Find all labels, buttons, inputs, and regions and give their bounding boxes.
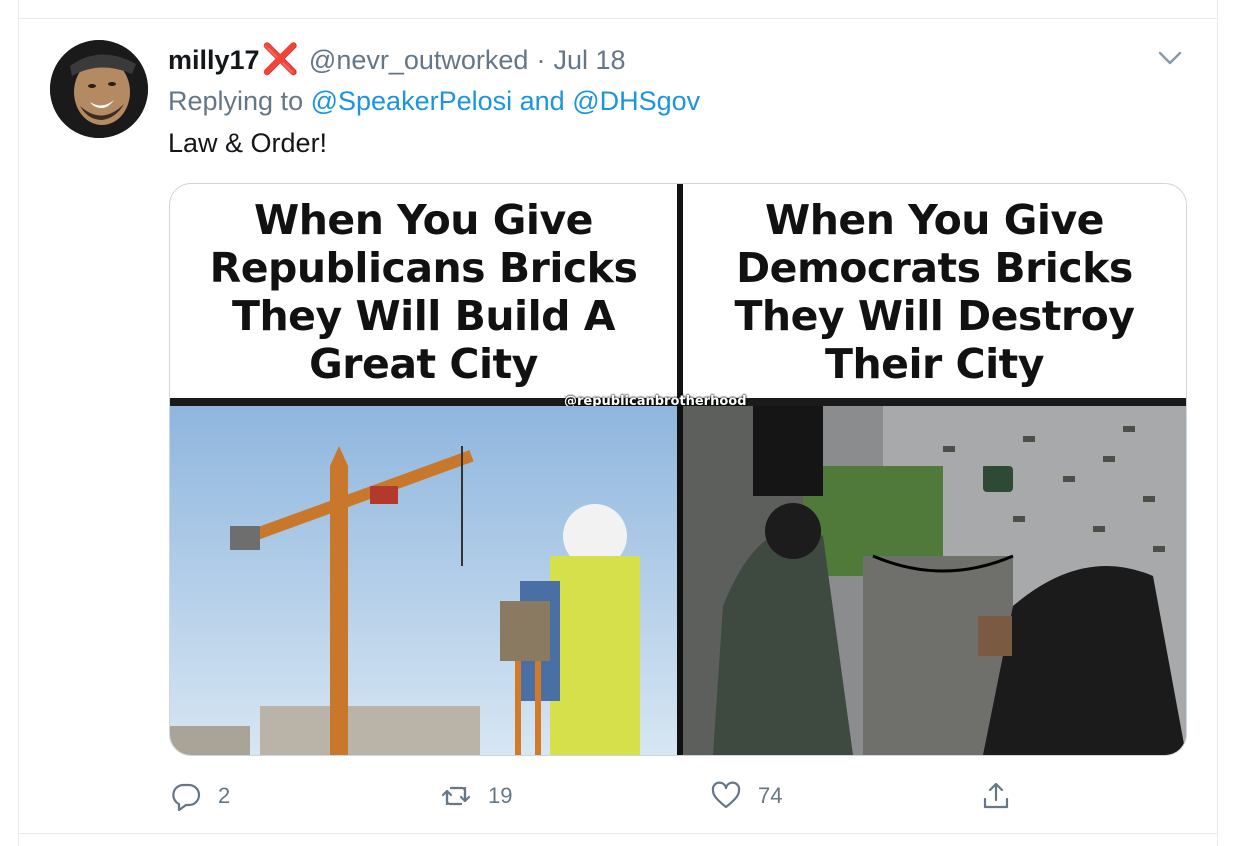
retweet-icon (441, 786, 471, 806)
frame-right-border (1217, 0, 1218, 846)
tweet-date[interactable]: Jul 18 (553, 45, 625, 76)
chevron-down-icon[interactable] (1156, 48, 1184, 68)
mention-link-speakerpelosi[interactable]: @SpeakerPelosi (311, 86, 513, 116)
tweet-media-image[interactable]: When You Give Republicans Bricks They Wi… (169, 183, 1187, 756)
reply-button[interactable]: 2 (170, 776, 230, 816)
user-handle[interactable]: @nevr_outworked (309, 45, 529, 76)
cross-mark-emoji: ❌ (261, 43, 299, 76)
like-button[interactable]: 74 (710, 776, 782, 816)
mention-link-dhsgov[interactable]: @DHSgov (572, 86, 700, 116)
share-button[interactable] (980, 776, 1028, 816)
like-count: 74 (758, 783, 783, 808)
reply-count: 2 (218, 783, 231, 808)
tweet-actions: 2 19 74 (170, 776, 1070, 816)
avatar-image (50, 40, 148, 138)
reply-joiner[interactable]: and (520, 86, 565, 116)
left-caption: When You Give Republicans Bricks They Wi… (209, 196, 638, 388)
replying-to-label: Replying to (168, 86, 304, 116)
right-caption: When You Give Democrats Bricks They Will… (734, 196, 1135, 388)
share-icon (983, 782, 1009, 809)
heart-icon (711, 781, 741, 809)
construction-photo (170, 406, 677, 755)
protest-photo (683, 406, 1186, 755)
tweet-text: Law & Order! (168, 128, 328, 158)
retweet-button[interactable]: 19 (440, 776, 512, 816)
replying-to-line: Replying to @SpeakerPelosi and @DHSgov (168, 86, 700, 117)
speech-bubble-icon (172, 783, 201, 812)
retweet-count: 19 (488, 783, 513, 808)
frame-left-border (18, 0, 19, 846)
display-name[interactable]: milly17 (168, 45, 260, 76)
frame-top-divider (18, 18, 1218, 19)
avatar[interactable] (50, 40, 148, 138)
frame-bottom-divider (18, 833, 1218, 834)
separator-dot: · (536, 44, 546, 75)
tweet-header: milly17 ❌ @nevr_outworked · Jul 18 (168, 42, 626, 78)
